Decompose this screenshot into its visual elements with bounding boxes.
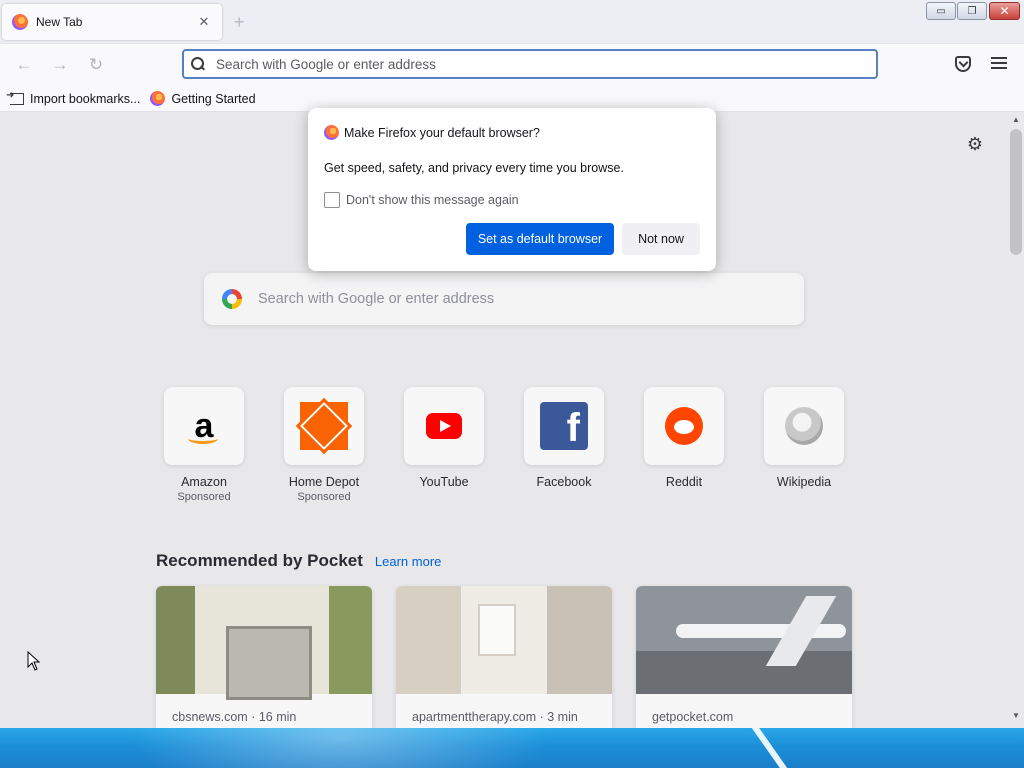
address-bar[interactable] [182, 49, 878, 79]
reload-button[interactable]: ↻ [86, 55, 106, 75]
pocket-card[interactable]: getpocket.com [636, 586, 852, 728]
search-icon [190, 56, 206, 72]
top-site-youtube[interactable]: YouTube [404, 387, 484, 489]
learn-more-link[interactable]: Learn more [375, 554, 441, 569]
back-button[interactable]: ← [14, 55, 34, 75]
firefox-icon [12, 14, 28, 30]
sponsored-label: Sponsored [297, 491, 351, 503]
amazon-icon: a [180, 402, 228, 450]
top-site-tile [644, 387, 724, 465]
dialog-message: Get speed, safety, and privacy every tim… [324, 161, 624, 175]
page-scrollbar[interactable]: ▲ ▼ [1008, 113, 1024, 728]
top-site-facebook[interactable]: f Facebook [524, 387, 604, 489]
top-site-name: Home Depot [288, 475, 360, 489]
card-thumbnail [396, 586, 612, 694]
tab-new-tab[interactable]: New Tab ✕ [2, 4, 222, 40]
pocket-card[interactable]: apartmenttherapy.com · 3 min [396, 586, 612, 728]
new-tab-button[interactable]: + [234, 13, 245, 31]
sponsored-label: Sponsored [177, 491, 231, 503]
card-thumbnail [156, 586, 372, 700]
page-search-input[interactable] [258, 291, 798, 307]
top-site-amazon[interactable]: a Amazon Sponsored [164, 387, 244, 503]
import-icon [6, 90, 24, 105]
forward-button[interactable]: → [50, 55, 70, 75]
top-site-name: Amazon [181, 475, 227, 489]
pocket-header: Recommended by Pocket Learn more [156, 551, 441, 571]
minimize-button[interactable]: ▭ [926, 2, 956, 20]
scroll-thumb[interactable] [1010, 129, 1022, 255]
tab-strip: New Tab ✕ + ▭ ❐ ✕ [0, 0, 1024, 44]
dialog-title: Make Firefox your default browser? [344, 125, 540, 140]
set-default-browser-button[interactable]: Set as default browser [466, 223, 614, 255]
top-site-name: Reddit [665, 475, 703, 489]
youtube-icon [426, 413, 462, 439]
page-search-box[interactable] [204, 273, 804, 325]
scroll-down-arrow-icon[interactable]: ▼ [1008, 711, 1024, 723]
firefox-icon [324, 125, 339, 140]
top-site-tile [404, 387, 484, 465]
top-site-tile [284, 387, 364, 465]
dialog-header: Make Firefox your default browser? [324, 125, 540, 140]
not-now-button[interactable]: Not now [622, 223, 700, 255]
hamburger-menu-icon[interactable] [991, 57, 1007, 71]
firefox-icon [150, 91, 166, 106]
navigation-toolbar: ← → ↻ [0, 44, 1024, 86]
maximize-button[interactable]: ❐ [957, 2, 987, 20]
top-site-name: Wikipedia [776, 475, 832, 489]
card-source: getpocket.com [652, 710, 734, 724]
close-window-button[interactable]: ✕ [989, 2, 1020, 20]
scroll-up-arrow-icon[interactable]: ▲ [1008, 115, 1024, 127]
top-site-name: YouTube [419, 475, 469, 489]
bookmark-label: Import bookmarks... [30, 91, 141, 106]
top-site-tile: a [164, 387, 244, 465]
card-source: apartmenttherapy.com · 3 min [412, 710, 578, 724]
home-depot-icon [295, 397, 353, 455]
top-site-name: Facebook [536, 475, 592, 489]
taskbar [0, 728, 1024, 768]
google-icon [222, 289, 242, 309]
bookmark-label: Getting Started [171, 91, 256, 106]
wikipedia-icon [785, 407, 823, 445]
bookmark-getting-started[interactable]: Getting Started [150, 91, 256, 106]
top-site-tile [764, 387, 844, 465]
checkbox-box[interactable] [324, 192, 340, 208]
reddit-icon [665, 407, 703, 445]
gear-icon[interactable]: ⚙ [966, 135, 984, 153]
top-site-reddit[interactable]: Reddit [644, 387, 724, 489]
pocket-icon[interactable] [955, 56, 971, 72]
checkbox-label: Don't show this message again [346, 193, 519, 207]
tab-title: New Tab [36, 15, 83, 29]
close-tab-icon[interactable]: ✕ [196, 14, 212, 30]
top-site-home-depot[interactable]: Home Depot Sponsored [284, 387, 364, 503]
top-sites: a Amazon Sponsored Home Depot Sponsored … [164, 387, 864, 517]
card-thumbnail [636, 586, 852, 694]
facebook-icon: f [540, 402, 588, 450]
address-input[interactable] [216, 56, 836, 72]
top-site-tile: f [524, 387, 604, 465]
pocket-title: Recommended by Pocket [156, 551, 363, 570]
top-site-wikipedia[interactable]: Wikipedia [764, 387, 844, 489]
dont-show-again-checkbox[interactable]: Don't show this message again [324, 192, 519, 208]
pocket-card[interactable]: cbsnews.com · 16 min [156, 586, 372, 728]
bookmark-import[interactable]: Import bookmarks... [6, 90, 141, 106]
default-browser-dialog: Make Firefox your default browser? Get s… [308, 108, 716, 271]
